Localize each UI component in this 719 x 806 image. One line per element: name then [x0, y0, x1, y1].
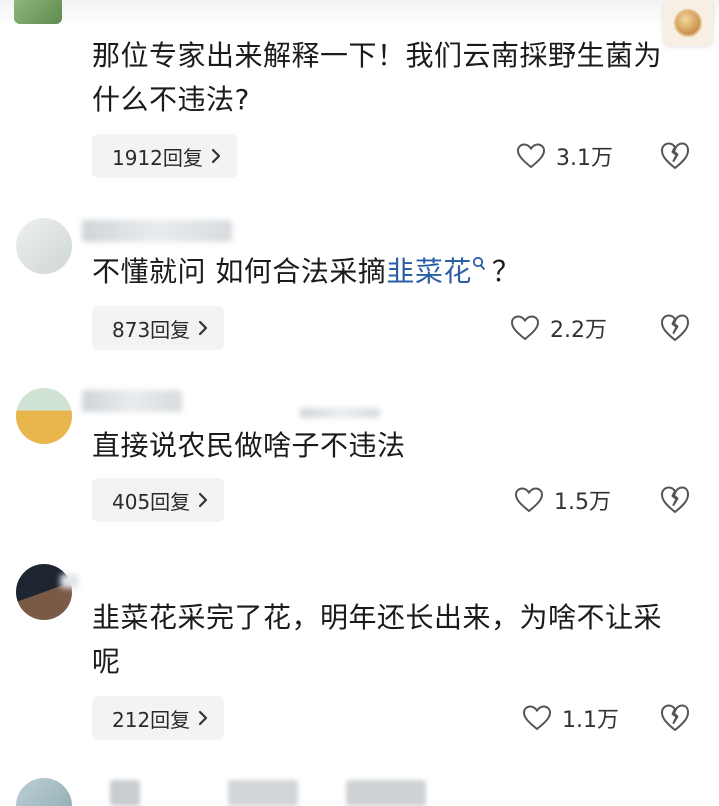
- heart-outline-icon: [510, 315, 540, 341]
- chevron-right-icon: [199, 320, 208, 336]
- like-count: 1.1万: [562, 708, 619, 733]
- reply-count-button[interactable]: 1912回复: [92, 134, 237, 178]
- broken-heart-icon[interactable]: [659, 312, 691, 344]
- search-icon[interactable]: [472, 256, 486, 276]
- keyword-link[interactable]: 韭菜花: [386, 255, 472, 288]
- avatar[interactable]: [16, 778, 72, 806]
- like-count: 1.5万: [554, 490, 611, 515]
- reply-count-button[interactable]: 873回复: [92, 306, 225, 350]
- username-blurred: [82, 220, 232, 242]
- heart-outline-icon: [514, 487, 544, 513]
- username-blurred: [60, 574, 78, 588]
- reply-count-label: 212回复: [112, 707, 191, 732]
- reply-count-label: 1912回复: [112, 145, 203, 170]
- comment-text: 那位专家出来解释一下！我们云南採野生菌为什么不违法?: [92, 39, 663, 116]
- badge-icon: [674, 9, 702, 37]
- reply-count-label: 405回复: [112, 489, 191, 514]
- like-button[interactable]: 1.5万: [514, 478, 611, 522]
- comment-text: 不懂就问 如何合法采摘韭菜花 ？: [92, 250, 682, 294]
- reply-count-button[interactable]: 212回复: [92, 696, 225, 740]
- broken-heart-icon[interactable]: [659, 140, 691, 172]
- username-blurred: [110, 780, 140, 806]
- username-blurred: [300, 408, 380, 418]
- username-blurred: [346, 780, 426, 806]
- username-blurred: [82, 390, 182, 412]
- like-button[interactable]: 1.1万: [522, 696, 619, 740]
- comment-text-before: 不懂就问 如何合法采摘: [92, 255, 387, 288]
- chevron-right-icon: [199, 492, 208, 508]
- like-button[interactable]: 2.2万: [510, 306, 607, 350]
- username-blurred: [228, 780, 298, 806]
- comment-text-after: ？: [491, 255, 521, 288]
- comment-text: 韭菜花采完了花，明年还长出来，为啥不让采呢: [92, 601, 663, 678]
- avatar[interactable]: [16, 218, 72, 274]
- avatar[interactable]: [16, 564, 72, 620]
- avatar[interactable]: [16, 388, 72, 444]
- comment-feed: 那位专家出来解释一下！我们云南採野生菌为什么不违法? 1912回复 3.1万 不…: [0, 0, 719, 806]
- like-count: 2.2万: [550, 318, 607, 343]
- reply-count-label: 873回复: [112, 317, 191, 342]
- heart-outline-icon: [516, 143, 546, 169]
- chevron-right-icon: [211, 148, 221, 164]
- like-button[interactable]: 3.1万: [516, 134, 613, 178]
- chevron-right-icon: [199, 710, 208, 726]
- heart-outline-icon: [522, 705, 552, 731]
- top-fade: [0, 0, 719, 28]
- avatar[interactable]: [14, 0, 62, 24]
- broken-heart-icon[interactable]: [659, 484, 691, 516]
- reply-count-button[interactable]: 405回复: [92, 478, 225, 522]
- like-count: 3.1万: [556, 146, 613, 171]
- comment-text: 直接说农民做啥子不违法: [92, 429, 406, 462]
- broken-heart-icon[interactable]: [659, 702, 691, 734]
